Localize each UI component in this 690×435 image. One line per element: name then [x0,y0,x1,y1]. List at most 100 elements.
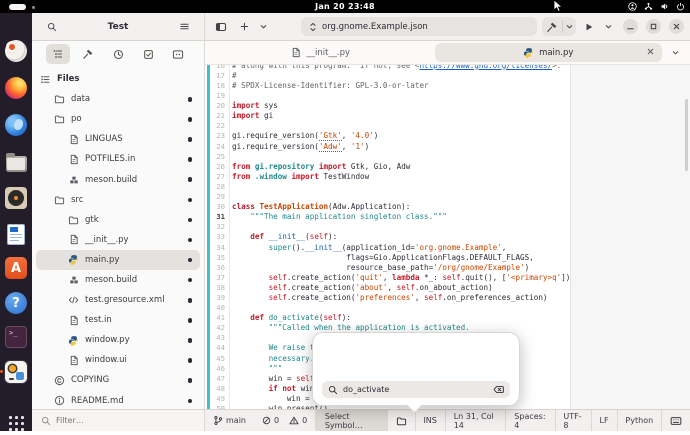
system-status-icons[interactable] [628,0,685,13]
tree-item-label: __init__.py [85,235,129,245]
doc-icon [291,47,301,58]
dock-item-app-center[interactable]: A [4,256,28,280]
plus-icon [239,21,250,32]
line-ending-button[interactable]: LF [592,410,617,431]
editor-tab-main-py[interactable]: main.py [435,43,663,62]
tab-todo[interactable] [136,44,160,64]
doc-icon [68,315,79,326]
tab-close-icon[interactable] [646,47,655,56]
new-tab-button[interactable] [234,17,254,37]
workspace-dot[interactable] [32,6,35,9]
code-line: 40 [205,303,690,313]
status-dot [188,137,193,142]
dock-item-gnome-builder[interactable] [4,360,28,384]
code-line: 36 resource_base_path='/org/gnome/Exampl… [205,263,690,273]
run-button[interactable] [579,17,599,37]
tree-item-test-gresource-xml[interactable]: test.gresource.xml [36,290,200,310]
filter-input[interactable] [56,416,195,425]
dock-item-terminal[interactable]: >_ [4,325,28,349]
insert-mode-button[interactable]: INS [415,410,444,431]
diagnostics-warnings[interactable]: 0 [281,410,315,431]
code-line: 18# SPDX-License-Identifier: GPL-3.0-or-… [205,81,690,91]
folder-icon [54,114,65,125]
indentation-button[interactable]: Spaces: 4 [506,410,554,431]
dock-item-files[interactable] [4,150,28,174]
clock[interactable]: Jan 20 23:48 [315,0,375,13]
new-tab-menu-button[interactable] [257,17,270,37]
line-number: 26 [205,162,225,172]
clear-backspace-icon[interactable] [493,385,504,394]
dock-item-libreoffice-writer[interactable] [4,222,28,246]
tab-terminal[interactable] [166,44,190,64]
run-menu-button[interactable] [602,17,615,37]
build-button[interactable] [542,17,562,37]
line-number: 33 [205,232,225,242]
tree-item-meson-build[interactable]: meson.build [36,169,200,189]
tree-item-src[interactable]: src [36,190,200,210]
tree-item-gtk[interactable]: gtk [36,210,200,230]
status-dot [188,298,193,303]
symbol-search-entry[interactable]: do_activate [322,381,510,398]
select-symbol-button[interactable]: Select Symbol… [317,410,387,431]
workspace-indicator[interactable] [9,4,26,10]
updown-arrows-icon [309,22,317,32]
tree-item-copying[interactable]: COPYING [36,370,200,390]
line-number: 34 [205,243,225,253]
tree-item-meson-build[interactable]: meson.build [36,270,200,290]
dock-item-help[interactable]: ? [4,291,28,315]
tree-item-readme-md[interactable]: README.md [36,391,200,410]
editor-scrollbar[interactable] [685,99,688,171]
close-button[interactable] [669,19,684,34]
line-number: 29 [205,192,225,202]
toggle-panel-button[interactable] [211,17,231,37]
folder-icon [68,214,79,225]
close-icon [672,22,681,31]
tree-item-test-in[interactable]: test.in [36,310,200,330]
cursor-position-button[interactable]: Ln 31, Col 14 [446,410,506,431]
tree-item-data[interactable]: data [36,89,200,109]
folder-icon [54,194,65,205]
tree-item-window-ui[interactable]: window.ui [36,350,200,370]
status-dot [188,238,193,243]
status-dot [188,338,193,343]
tree-root-files[interactable]: Files [36,69,200,89]
project-directory-button[interactable] [388,410,415,431]
diagnostics-errors[interactable]: 0 [254,410,281,431]
tree-item-linguas[interactable]: LINGUAS [36,129,200,149]
volume-icon[interactable] [660,2,669,11]
tab-project-tree[interactable] [46,44,70,64]
headerbar: Test org.gnome.Example.json [32,13,690,41]
tab-list-button[interactable] [662,43,688,62]
maximize-button[interactable] [646,19,661,34]
tree-item--init-py[interactable]: __init__.py [36,230,200,250]
menu-button[interactable] [174,17,194,37]
editor: __init__.pymain.py 16# along with this p… [205,41,690,409]
tab-label: __init__.py [306,48,350,58]
minimize-button[interactable] [623,19,638,34]
line-number: 36 [205,263,225,273]
tree-item-window-py[interactable]: window.py [36,330,200,350]
dock-item-thunderbird[interactable] [4,113,28,137]
dock-item-rhythmbox[interactable] [4,186,28,210]
language-button[interactable]: Python [617,410,661,431]
network-icon[interactable] [644,2,653,11]
dock-item-firefox[interactable] [4,76,28,100]
tab-build[interactable] [76,44,100,64]
git-branch-button[interactable]: main [205,410,254,431]
encoding-button[interactable]: UTF-8 [555,410,590,431]
line-number: 39 [205,293,225,303]
tree-item-main-py[interactable]: main.py [36,250,200,270]
tab-history[interactable] [106,44,130,64]
keyboard-toggle-button[interactable] [662,410,690,431]
tree-item-potfiles-in[interactable]: POTFILES.in [36,149,200,169]
tree-item-po[interactable]: po [36,109,200,129]
search-button[interactable] [42,17,62,37]
accessibility-icon[interactable] [628,2,637,11]
editor-tab--init-py[interactable]: __init__.py [207,43,435,62]
build-menu-button[interactable] [563,17,576,37]
power-icon[interactable] [676,2,685,11]
dock-item-show-apps[interactable] [4,411,28,435]
omnibar[interactable]: org.gnome.Example.json [301,17,537,36]
status-dot [188,198,193,203]
dock-item-ubuntu-installer[interactable] [4,39,28,63]
